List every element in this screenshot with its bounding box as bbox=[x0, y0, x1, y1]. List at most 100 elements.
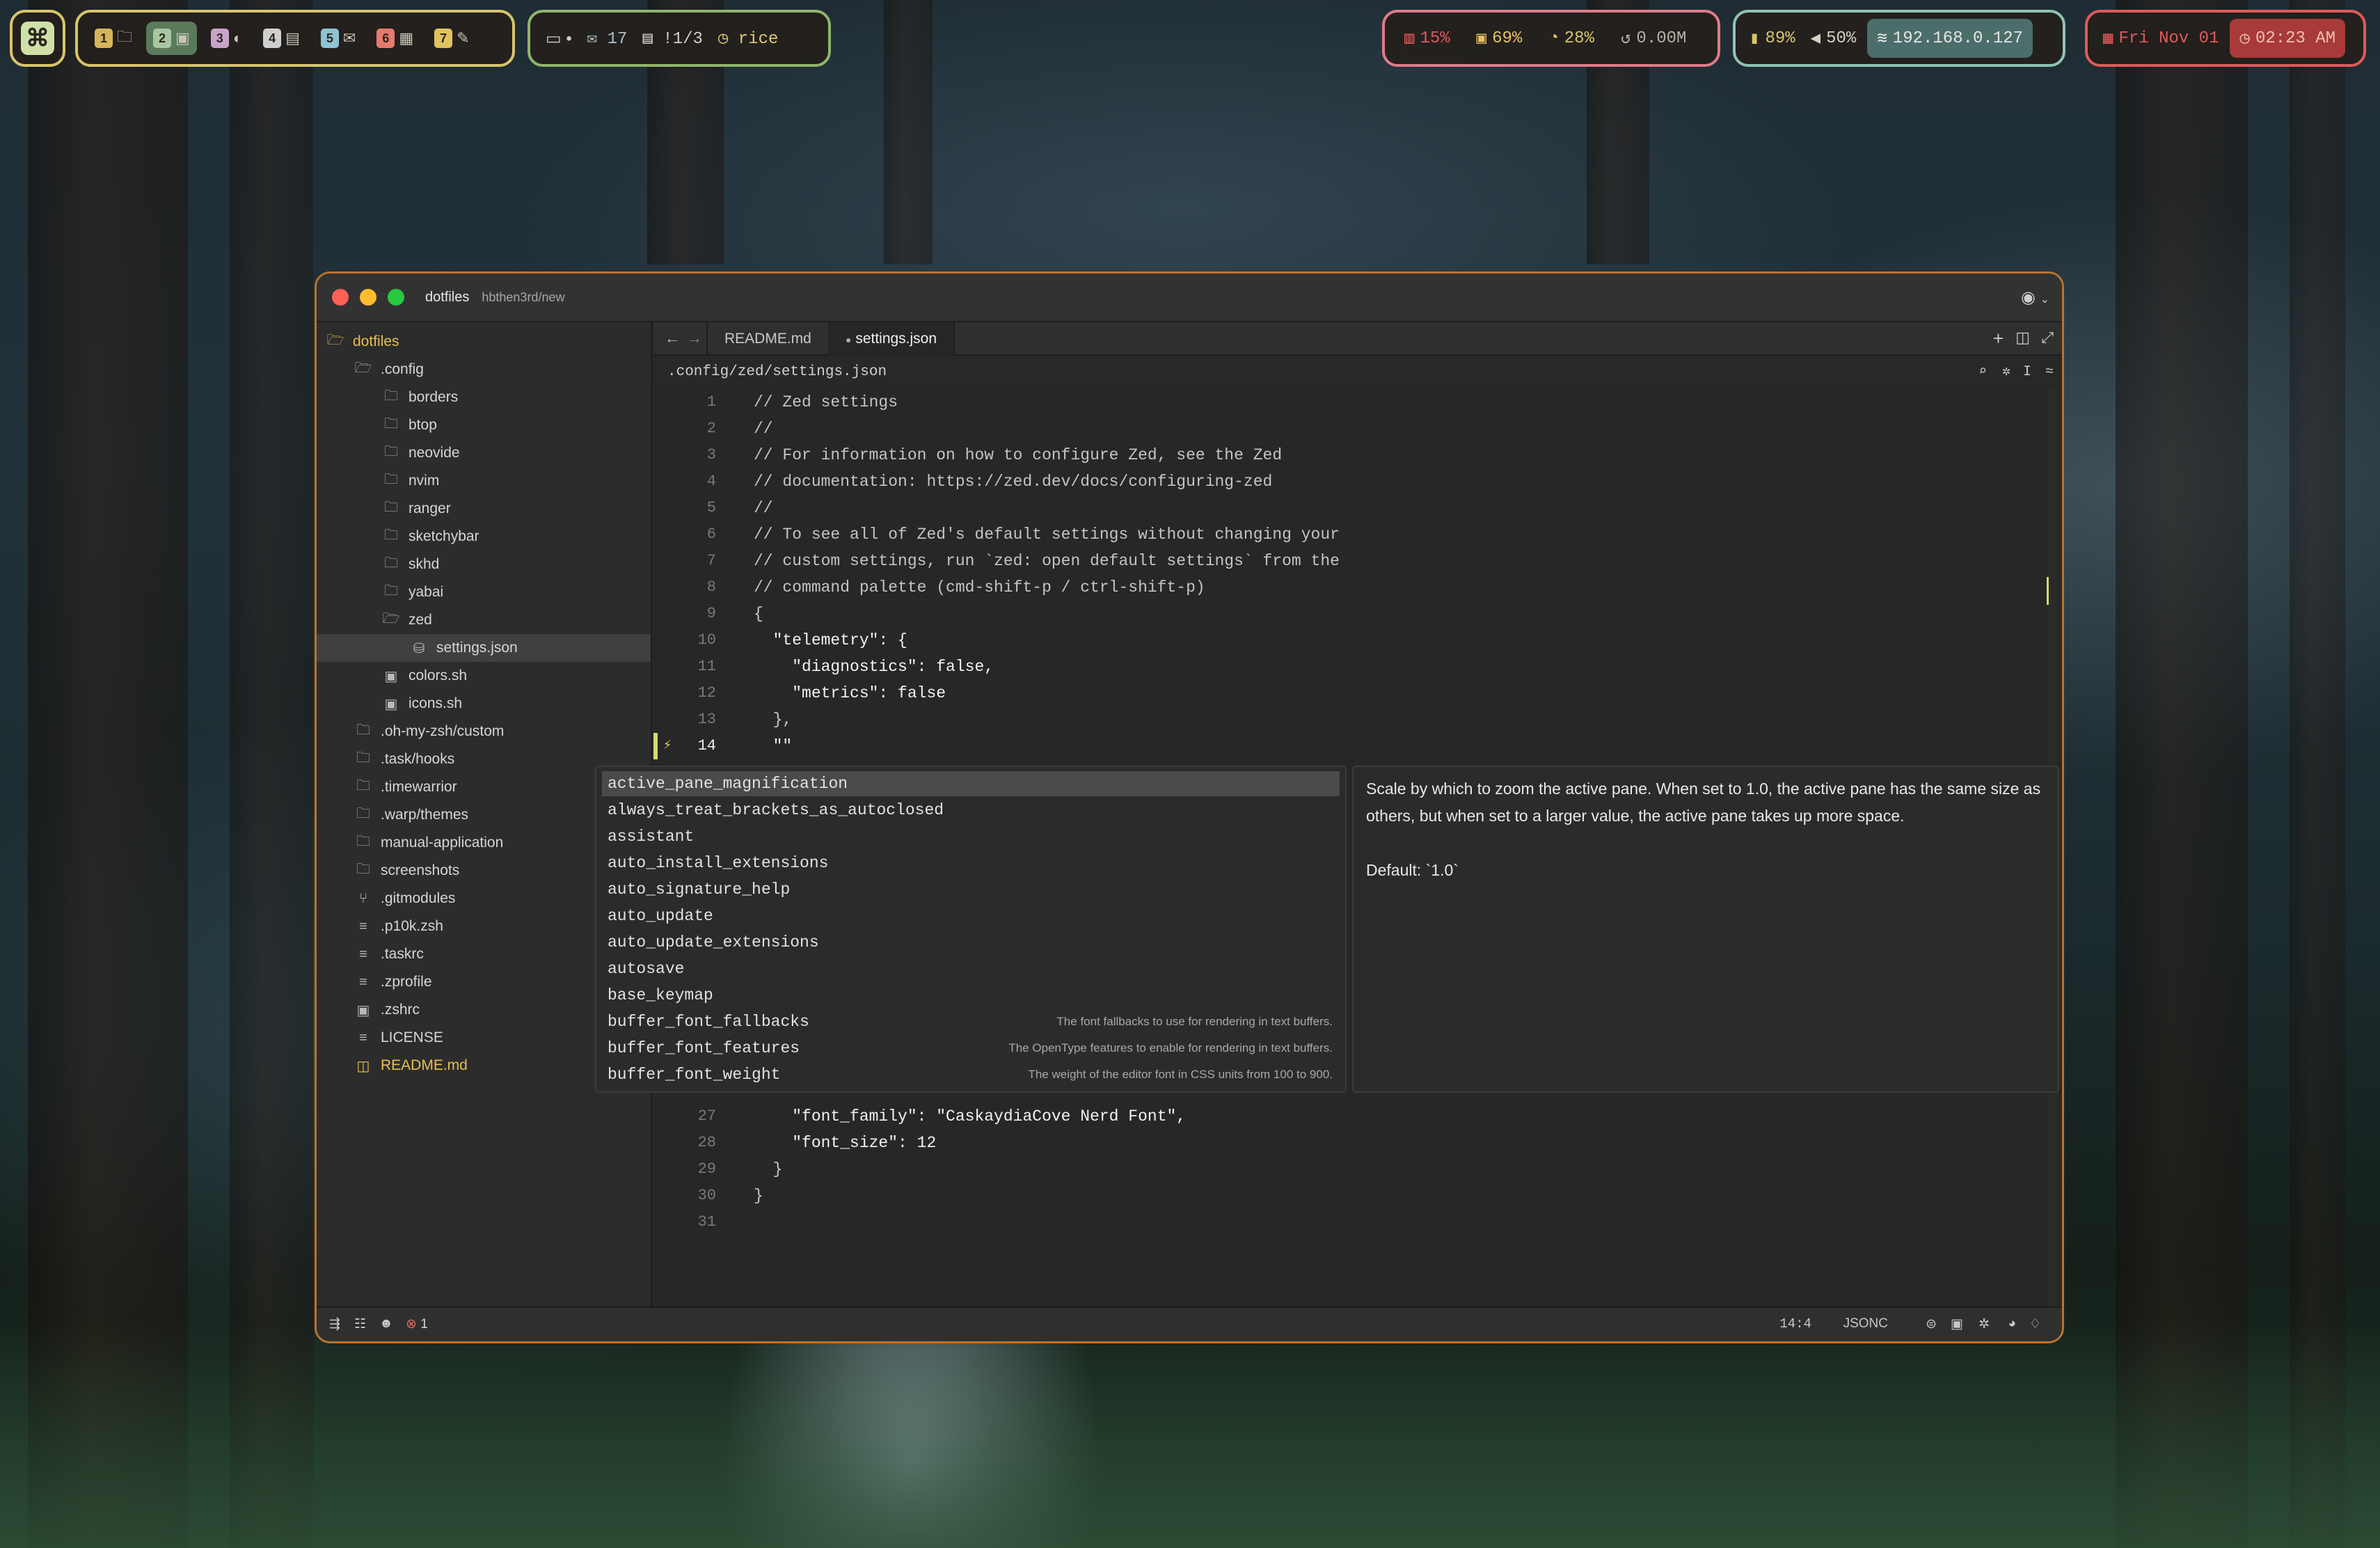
collaborators-icon[interactable]: ☻ bbox=[379, 1316, 393, 1332]
diagnostics-button[interactable]: ⊗ 1 bbox=[406, 1316, 428, 1332]
line-number: 1 bbox=[706, 393, 716, 411]
network-widget[interactable]: ↺ 0.00M bbox=[1611, 19, 1696, 58]
completion-description: The OpenType features to enable for rend… bbox=[1008, 1041, 1333, 1055]
zoom-button[interactable] bbox=[388, 289, 404, 306]
chat-icon[interactable]: ◕ bbox=[2008, 1316, 2016, 1332]
outline-icon[interactable]: ☷ bbox=[354, 1316, 366, 1332]
language-selector[interactable]: JSONC bbox=[1843, 1316, 1888, 1332]
memory-value: 69% bbox=[1492, 29, 1523, 48]
breadcrumb[interactable]: .config/zed/settings.json ⌕ ✲ I ≈ bbox=[653, 356, 2062, 389]
code-line: "font_size": 12 bbox=[754, 1134, 937, 1152]
workspace-number: 1 bbox=[95, 29, 113, 48]
completion-item[interactable]: autosave bbox=[602, 956, 1340, 981]
notification-bell-icon[interactable]: ♢ bbox=[2029, 1316, 2041, 1332]
apple-menu-button[interactable]: ⌘ bbox=[10, 10, 65, 67]
tasks-widget[interactable]: ▤ !1/3 bbox=[642, 28, 702, 49]
back-arrow-icon[interactable]: ← bbox=[665, 329, 680, 347]
text-file-icon: ≡ bbox=[359, 946, 367, 962]
completion-item[interactable]: buffer_font_features The OpenType feature… bbox=[602, 1036, 1340, 1061]
completion-item[interactable]: auto_update bbox=[602, 903, 1340, 929]
tree-item[interactable]: 🗁 zed bbox=[317, 606, 651, 634]
timer-widget[interactable]: ◷ rice bbox=[718, 28, 778, 49]
tree-item[interactable]: 🗀 .oh-my-zsh/custom bbox=[317, 718, 651, 745]
tree-item-label: .zshrc bbox=[381, 1002, 420, 1018]
close-button[interactable] bbox=[332, 289, 349, 306]
breadcrumb-path: .config/zed/settings.json bbox=[667, 364, 887, 380]
assistant-sparkle-icon[interactable]: ✲ bbox=[2002, 356, 2010, 389]
battery-widget[interactable]: ▮ 89% bbox=[1745, 19, 1800, 58]
tree-item[interactable]: 🗁 .config bbox=[317, 356, 651, 384]
workspace-5[interactable]: 5 ✉ bbox=[314, 22, 363, 55]
maximize-icon[interactable]: ⤢ bbox=[2041, 329, 2054, 347]
tree-item[interactable]: 🗀 nvim bbox=[317, 467, 651, 495]
messages-widget[interactable]: ▭ • bbox=[546, 29, 572, 49]
assistant-icon[interactable]: ✲ bbox=[1978, 1316, 1990, 1332]
tree-item[interactable]: 🗀 sketchybar bbox=[317, 523, 651, 551]
workspace-7[interactable]: 7 ✎ bbox=[427, 22, 476, 55]
tree-item[interactable]: 🗀 borders bbox=[317, 384, 651, 411]
completion-item[interactable]: auto_signature_help bbox=[602, 877, 1340, 902]
memory-widget[interactable]: ▣ 69% bbox=[1467, 19, 1532, 58]
panel-toggle-icon[interactable]: ⇶ bbox=[329, 1316, 340, 1332]
tree-item[interactable]: 🗀 btop bbox=[317, 411, 651, 439]
workspace-1[interactable]: 1 🗀 bbox=[88, 22, 139, 55]
mail-widget[interactable]: ✉ 17 bbox=[587, 28, 628, 49]
wifi-widget[interactable]: ≋ 192.168.0.127 bbox=[1867, 19, 2033, 58]
tree-item[interactable]: 🗁 dotfiles bbox=[317, 328, 651, 356]
workspace-4[interactable]: 4 ▤ bbox=[256, 22, 307, 55]
volume-widget[interactable]: ◀ 50% bbox=[1807, 19, 1861, 58]
forward-arrow-icon[interactable]: → bbox=[687, 329, 702, 347]
minimize-button[interactable] bbox=[360, 289, 376, 306]
line-number: 8 bbox=[706, 578, 716, 596]
text-cursor-icon[interactable]: I bbox=[2023, 356, 2031, 389]
workspace-3[interactable]: 3 ◐ bbox=[204, 22, 249, 55]
folder-icon: 🗀 bbox=[384, 416, 398, 432]
tree-item[interactable]: 🗀 skhd bbox=[317, 551, 651, 578]
completion-item[interactable]: buffer_font_fallbacks The font fallbacks … bbox=[602, 1009, 1340, 1034]
completion-label: buffer_font_weight bbox=[608, 1066, 781, 1084]
folder-icon: 🗀 bbox=[356, 834, 370, 849]
completion-item[interactable]: buffer_font_weight The weight of the edit… bbox=[602, 1062, 1340, 1087]
file-icon[interactable]: ▣ bbox=[1951, 1316, 1963, 1332]
line-number: 29 bbox=[697, 1160, 716, 1178]
project-name[interactable]: dotfiles bbox=[425, 290, 469, 306]
cursor-position[interactable]: 14:4 bbox=[1779, 1316, 1811, 1332]
tab-settings-json[interactable]: ● settings.json bbox=[829, 322, 955, 357]
tree-item[interactable]: ▣ colors.sh bbox=[317, 662, 651, 690]
tab-label: settings.json bbox=[855, 331, 937, 347]
disk-widget[interactable]: ◔ 28% bbox=[1539, 19, 1604, 58]
completion-item[interactable]: assistant bbox=[602, 824, 1340, 849]
time-widget[interactable]: ◷ 02:23 AM bbox=[2230, 19, 2346, 58]
mail-icon: ✉ bbox=[587, 30, 598, 49]
completion-item[interactable]: auto_update_extensions bbox=[602, 930, 1340, 955]
completion-item[interactable]: base_keymap bbox=[602, 983, 1340, 1008]
user-avatar-menu[interactable]: ◉ ⌄ bbox=[2021, 287, 2049, 308]
tab-readme[interactable]: README.md bbox=[706, 322, 830, 356]
search-icon[interactable]: ⌕ bbox=[1978, 356, 1987, 389]
workspace-6[interactable]: 6 ▦ bbox=[370, 22, 420, 55]
new-tab-plus-icon[interactable]: + bbox=[1993, 328, 2004, 349]
cpu-widget[interactable]: ▥ 15% bbox=[1395, 19, 1460, 58]
tree-item-label: .timewarrior bbox=[381, 779, 457, 795]
markdown-file-icon: ◫ bbox=[356, 1058, 370, 1074]
split-pane-icon[interactable]: ◫ bbox=[2015, 329, 2030, 347]
error-count: 1 bbox=[420, 1317, 428, 1332]
completion-item[interactable]: always_treat_brackets_as_autoclosed bbox=[602, 798, 1340, 823]
completion-item[interactable]: active_pane_magnification bbox=[602, 771, 1340, 796]
completion-item[interactable]: auto_install_extensions bbox=[602, 851, 1340, 876]
tree-item[interactable]: 🗀 neovide bbox=[317, 439, 651, 467]
copilot-icon[interactable]: ⊜ bbox=[1926, 1316, 1937, 1332]
scrollbar-thumb[interactable] bbox=[2047, 577, 2056, 605]
workspace-2[interactable]: 2 ▣ bbox=[146, 22, 197, 55]
editor-settings-icon[interactable]: ≈ bbox=[2045, 356, 2054, 389]
battery-value: 89% bbox=[1765, 29, 1795, 48]
tree-trunk bbox=[2116, 0, 2248, 1548]
folder-icon: 🗀 bbox=[384, 444, 398, 459]
tree-item[interactable]: 🗀 yabai bbox=[317, 578, 651, 606]
tree-item[interactable]: 🗀 ranger bbox=[317, 495, 651, 523]
mail-count: 17 bbox=[607, 30, 628, 49]
branch-name[interactable]: hbthen3rd/new bbox=[482, 290, 564, 305]
tree-item[interactable]: ▣ icons.sh bbox=[317, 690, 651, 718]
date-widget[interactable]: ▦ Fri Nov 01 bbox=[2097, 19, 2224, 58]
tree-item[interactable]: ⛁ settings.json bbox=[317, 634, 651, 662]
